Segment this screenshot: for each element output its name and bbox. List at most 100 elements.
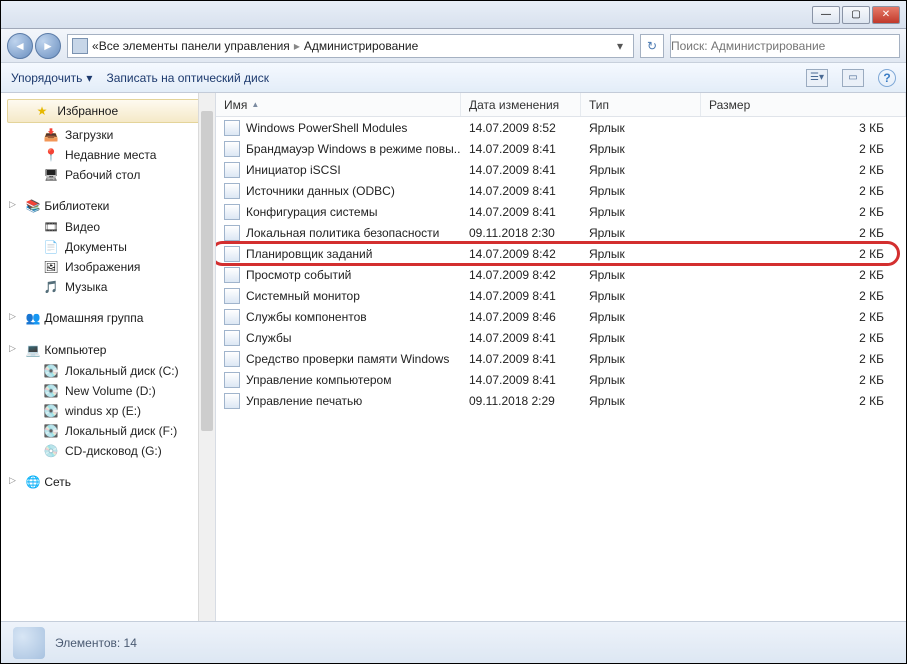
file-date: 14.07.2009 8:41: [461, 184, 581, 198]
file-date: 14.07.2009 8:41: [461, 331, 581, 345]
file-size: 2 КБ: [701, 352, 906, 366]
forward-button[interactable]: ►: [35, 33, 61, 59]
file-size: 2 КБ: [701, 331, 906, 345]
breadcrumb-seg2[interactable]: Администрирование: [304, 39, 418, 53]
file-name: Локальная политика безопасности: [246, 226, 439, 240]
preview-pane-button[interactable]: ▭: [842, 69, 864, 87]
file-row[interactable]: Конфигурация системы14.07.2009 8:41Ярлык…: [216, 201, 906, 222]
item-label: Загрузки: [65, 128, 113, 142]
breadcrumb-seg1[interactable]: Все элементы панели управления: [99, 39, 290, 53]
breadcrumb[interactable]: « Все элементы панели управления ▸ Админ…: [67, 34, 634, 58]
sidebar-item[interactable]: 📥Загрузки: [3, 125, 213, 145]
file-size: 2 КБ: [701, 163, 906, 177]
sidebar-item[interactable]: 🎞Видео: [3, 217, 213, 237]
file-row[interactable]: Источники данных (ODBC) 14.07.2009 8:41Яр…: [216, 180, 906, 201]
sidebar-network[interactable]: ▷ 🌐 Сеть: [3, 471, 213, 493]
file-row[interactable]: Просмотр событий14.07.2009 8:42Ярлык2 КБ: [216, 264, 906, 285]
item-label: Документы: [65, 240, 127, 254]
file-name: Службы: [246, 331, 291, 345]
sidebar-item[interactable]: 💽Локальный диск (F:): [3, 421, 213, 441]
file-size: 2 КБ: [701, 247, 906, 261]
file-row[interactable]: Локальная политика безопасности09.11.201…: [216, 222, 906, 243]
item-icon: 💽: [43, 363, 59, 379]
file-date: 14.07.2009 8:41: [461, 289, 581, 303]
expander-icon[interactable]: ▷: [9, 475, 19, 485]
file-date: 14.07.2009 8:41: [461, 163, 581, 177]
back-button[interactable]: ◄: [7, 33, 33, 59]
column-type[interactable]: Тип: [581, 93, 701, 116]
view-mode-button[interactable]: ☰▾: [806, 69, 828, 87]
sidebar-item[interactable]: 💽Локальный диск (C:): [3, 361, 213, 381]
sidebar-item[interactable]: 🎵Музыка: [3, 277, 213, 297]
file-type: Ярлык: [581, 121, 701, 135]
expander-icon[interactable]: ▷: [9, 311, 19, 321]
sidebar-item[interactable]: 💽New Volume (D:): [3, 381, 213, 401]
column-date[interactable]: Дата изменения: [461, 93, 581, 116]
sidebar-libraries[interactable]: ▷ 📚 Библиотеки: [3, 195, 213, 217]
file-row[interactable]: Брандмауэр Windows в режиме повы...14.07…: [216, 138, 906, 159]
expander-icon[interactable]: ▷: [9, 199, 19, 209]
expander-icon[interactable]: ▷: [9, 343, 19, 353]
file-name: Управление компьютером: [246, 373, 391, 387]
file-date: 14.07.2009 8:41: [461, 142, 581, 156]
shortcut-icon: [224, 372, 240, 388]
sidebar-item[interactable]: 💽windus xp (E:): [3, 401, 213, 421]
file-name: Управление печатью: [246, 394, 362, 408]
navigation-pane: ★ Избранное 📥Загрузки📍Недавние места🖥Раб…: [1, 93, 216, 626]
file-name: Брандмауэр Windows в режиме повы...: [246, 142, 461, 156]
organize-button[interactable]: Упорядочить ▾: [11, 71, 92, 85]
item-label: Видео: [65, 220, 100, 234]
shortcut-icon: [224, 162, 240, 178]
file-date: 14.07.2009 8:42: [461, 268, 581, 282]
favorites-label: Избранное: [57, 104, 118, 118]
file-row[interactable]: Windows PowerShell Modules14.07.2009 8:5…: [216, 117, 906, 138]
sidebar-scrollbar[interactable]: [198, 93, 215, 626]
file-row[interactable]: Управление компьютером14.07.2009 8:41Ярл…: [216, 369, 906, 390]
column-name[interactable]: Имя ▲: [216, 93, 461, 116]
file-type: Ярлык: [581, 394, 701, 408]
file-name: Источники данных (ODBC): [246, 184, 395, 198]
breadcrumb-dropdown-icon[interactable]: ▾: [611, 39, 629, 53]
sidebar-homegroup[interactable]: ▷ 👥 Домашняя группа: [3, 307, 213, 329]
file-row[interactable]: Инициатор iSCSI14.07.2009 8:41Ярлык2 КБ: [216, 159, 906, 180]
sidebar-item[interactable]: 💿CD-дисковод (G:): [3, 441, 213, 461]
sidebar-computer[interactable]: ▷ 💻 Компьютер: [3, 339, 213, 361]
minimize-button[interactable]: —: [812, 6, 840, 24]
shortcut-icon: [224, 309, 240, 325]
column-size[interactable]: Размер: [701, 93, 906, 116]
file-row[interactable]: Управление печатью09.11.2018 2:29Ярлык2 …: [216, 390, 906, 411]
help-button[interactable]: ?: [878, 69, 896, 87]
item-icon: 💽: [43, 383, 59, 399]
file-type: Ярлык: [581, 163, 701, 177]
column-header-row: Имя ▲ Дата изменения Тип Размер: [216, 93, 906, 117]
burn-button[interactable]: Записать на оптический диск: [106, 71, 269, 85]
item-label: Рабочий стол: [65, 168, 140, 182]
file-type: Ярлык: [581, 184, 701, 198]
sidebar-favorites[interactable]: ★ Избранное: [7, 99, 209, 123]
homegroup-icon: 👥: [25, 310, 41, 326]
sidebar-item[interactable]: 🖼Изображения: [3, 257, 213, 277]
title-bar: — ▢ ✕: [1, 1, 906, 29]
file-size: 2 КБ: [701, 268, 906, 282]
file-row[interactable]: Планировщик заданий14.07.2009 8:42Ярлык2…: [216, 243, 906, 264]
item-icon: 💿: [43, 443, 59, 459]
close-button[interactable]: ✕: [872, 6, 900, 24]
file-row[interactable]: Службы компонентов14.07.2009 8:46Ярлык2 …: [216, 306, 906, 327]
file-row[interactable]: Средство проверки памяти Windows14.07.20…: [216, 348, 906, 369]
file-name: Службы компонентов: [246, 310, 367, 324]
status-count: Элементов: 14: [55, 636, 137, 650]
file-row[interactable]: Системный монитор14.07.2009 8:41Ярлык2 К…: [216, 285, 906, 306]
item-icon: 🖼: [43, 259, 59, 275]
navigation-bar: ◄ ► « Все элементы панели управления ▸ А…: [1, 29, 906, 63]
file-list: Имя ▲ Дата изменения Тип Размер Windows …: [216, 93, 906, 626]
search-input[interactable]: [670, 34, 900, 58]
file-row[interactable]: Службы14.07.2009 8:41Ярлык2 КБ: [216, 327, 906, 348]
location-icon: [72, 38, 88, 54]
sidebar-item[interactable]: 📍Недавние места: [3, 145, 213, 165]
refresh-button[interactable]: ↻: [640, 34, 664, 58]
item-label: Музыка: [65, 280, 107, 294]
sidebar-item[interactable]: 🖥Рабочий стол: [3, 165, 213, 185]
maximize-button[interactable]: ▢: [842, 6, 870, 24]
file-type: Ярлык: [581, 289, 701, 303]
sidebar-item[interactable]: 📄Документы: [3, 237, 213, 257]
